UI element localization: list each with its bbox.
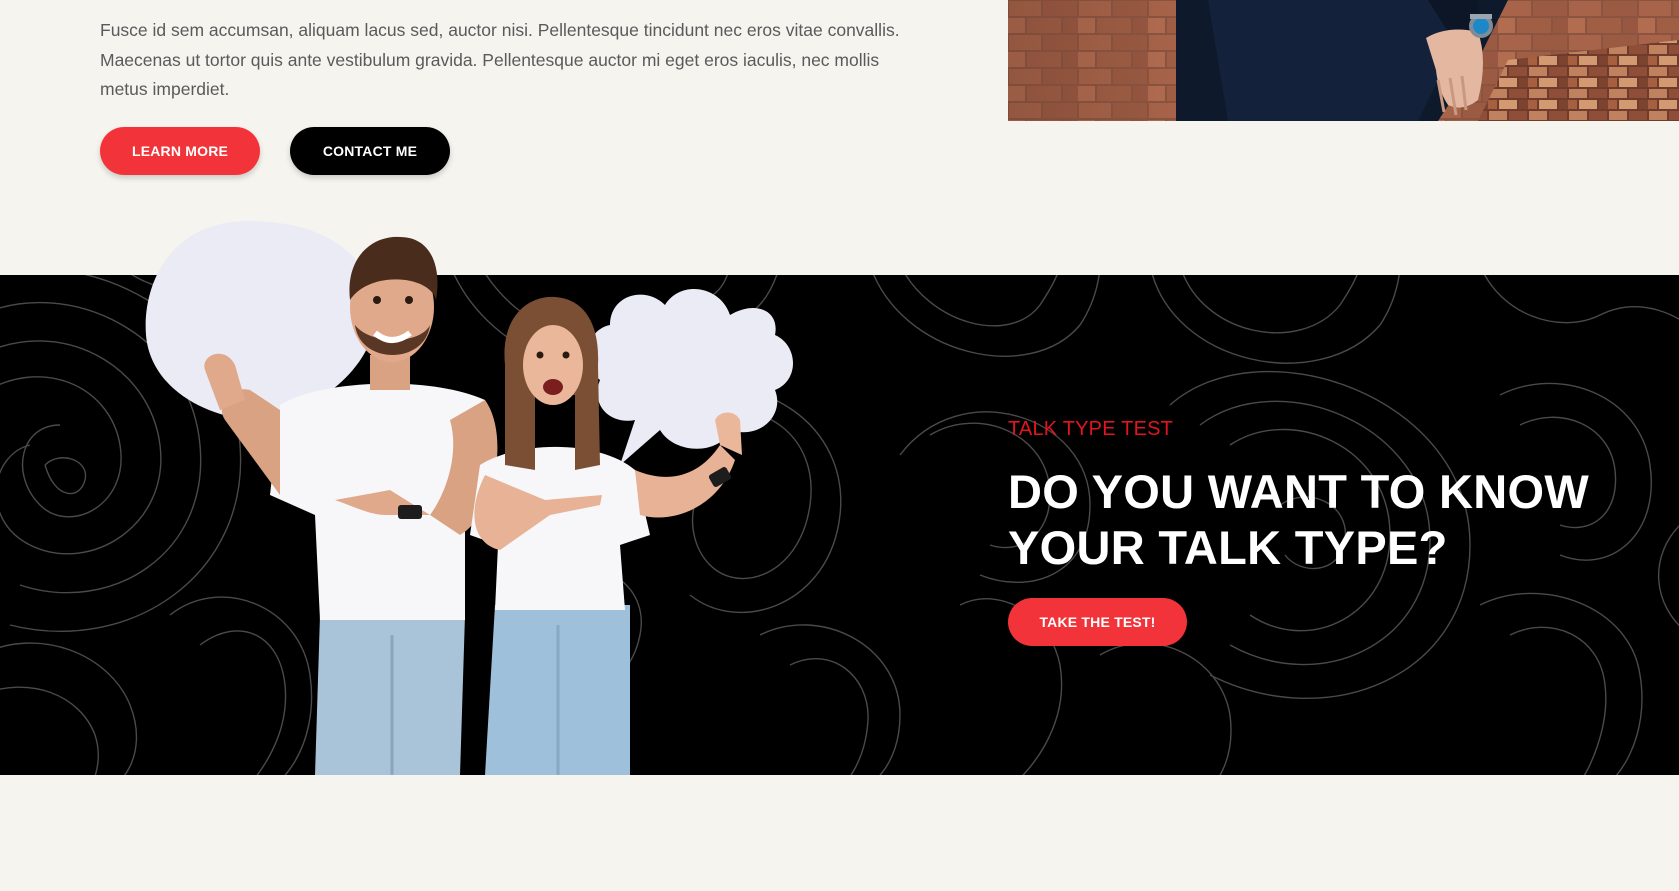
intro-line-3: metus imperdiet. [100,79,230,99]
page: Fusce id sem accumsan, aliquam lacus sed… [0,0,1679,891]
section-headline: DO YOU WANT TO KNOW YOUR TALK TYPE? [1008,464,1608,576]
intro-line-2: Maecenas ut tortor quis ante vestibulum … [100,49,880,70]
intro-paragraph: Fusce id sem accumsan, aliquam lacus sed… [100,16,900,105]
headline-line-2: YOUR TALK TYPE? [1008,521,1448,574]
take-the-test-button[interactable]: TAKE THE TEST! [1008,598,1187,646]
couple-with-speech-bubbles-image [145,221,794,775]
section-eyebrow: TALK TYPE TEST [1008,418,1174,440]
contact-me-button[interactable]: CONTACT ME [290,127,450,175]
speaker-photo [1008,0,1679,121]
speech-bubble-cloud-icon [587,288,794,465]
intro-line-1: Fusce id sem accumsan, aliquam lacus sed… [100,20,900,40]
headline-line-1: DO YOU WANT TO KNOW [1008,465,1590,518]
learn-more-button[interactable]: LEARN MORE [100,127,260,175]
